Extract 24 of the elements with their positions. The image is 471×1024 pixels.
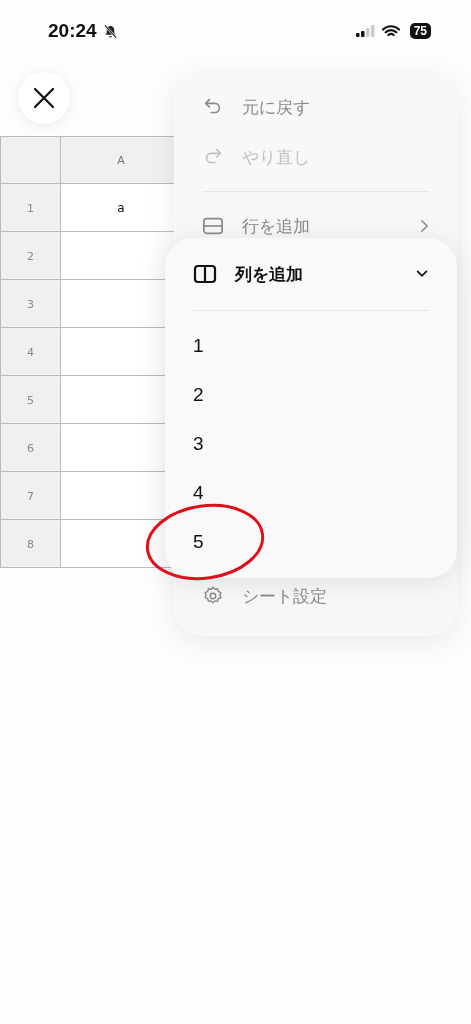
rows-icon <box>202 215 224 237</box>
submenu-item[interactable]: 3 <box>193 432 204 455</box>
row-header: 4 <box>1 328 61 376</box>
signal-icon <box>355 25 376 37</box>
close-icon <box>32 86 56 110</box>
muted-bell-icon <box>102 23 118 39</box>
chevron-right-icon <box>420 219 429 233</box>
submenu-item[interactable]: 2 <box>193 383 204 406</box>
submenu-item[interactable]: 1 <box>193 334 204 357</box>
row-header: 5 <box>1 376 61 424</box>
row-header: 2 <box>1 232 61 280</box>
row-header: 3 <box>1 280 61 328</box>
columns-icon <box>193 262 217 286</box>
status-time: 20:24 <box>48 20 97 42</box>
wifi-icon <box>381 24 400 38</box>
close-button[interactable] <box>18 72 70 124</box>
row-header: 6 <box>1 424 61 472</box>
row-header: 1 <box>1 184 61 232</box>
submenu-item[interactable]: 5 <box>193 530 204 553</box>
row-header: 8 <box>1 520 61 568</box>
battery-indicator: 75 <box>409 23 431 39</box>
submenu-header[interactable]: 列を追加 <box>193 250 429 298</box>
row-header: 7 <box>1 472 61 520</box>
submenu-item[interactable]: 4 <box>193 481 204 504</box>
